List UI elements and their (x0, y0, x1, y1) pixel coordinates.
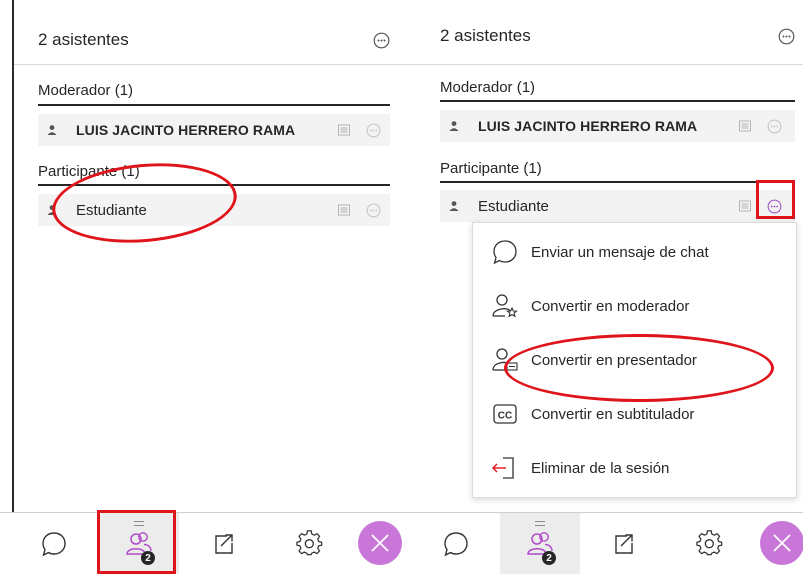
attendees-count-title: 2 asistentes (38, 30, 129, 49)
more-options-icon[interactable] (767, 119, 782, 134)
bottom-tab-bar: 2 (412, 512, 803, 574)
menu-item-make-moderator[interactable]: Convertir en moderador (473, 281, 796, 331)
tab-chat[interactable] (416, 513, 496, 574)
left-attendee-panel: 2 asistentes Moderador (1) LUIS JACINTO … (0, 0, 412, 574)
gear-icon (696, 530, 723, 556)
tab-attendees[interactable]: 2 (99, 513, 179, 574)
header-divider (412, 64, 803, 65)
chat-bubble-icon (444, 532, 468, 557)
list-icon (739, 120, 751, 132)
more-options-icon[interactable] (778, 28, 795, 45)
menu-item-make-captioner[interactable]: CC Convertir en subtitulador (473, 389, 796, 439)
person-icon (47, 205, 57, 215)
right-attendee-panel: 2 asistentes Moderador (1) LUIS JACINTO … (412, 0, 803, 574)
attendee-context-menu: Enviar un mensaje de chat Convertir en m… (472, 222, 797, 498)
header-divider (14, 64, 412, 65)
menu-item-make-presenter[interactable]: Convertir en presentador (473, 335, 796, 385)
attendee-name: Estudiante (478, 197, 549, 215)
list-icon (338, 204, 350, 216)
attendee-count-badge: 2 (141, 551, 155, 565)
gear-icon (296, 530, 323, 556)
list-icon (739, 200, 751, 212)
chat-bubble-icon (493, 240, 517, 265)
attendees-header: 2 asistentes (440, 14, 795, 58)
person-icon (449, 121, 459, 131)
person-icon (449, 201, 459, 211)
section-divider (440, 100, 795, 102)
attendee-name: LUIS JACINTO HERRERO RAMA (478, 118, 698, 134)
participants-section-label: Participante (1) (38, 163, 140, 180)
list-icon (338, 124, 350, 136)
moderators-section-label: Moderador (1) (440, 79, 536, 96)
share-icon (215, 534, 233, 554)
attendee-name: Estudiante (76, 201, 147, 219)
participants-section-label: Participante (1) (440, 160, 542, 177)
tab-settings[interactable] (270, 513, 350, 574)
chat-bubble-icon (42, 532, 66, 557)
moderators-section-label: Moderador (1) (38, 82, 134, 99)
section-divider (38, 184, 390, 186)
bottom-tab-bar: 2 (0, 512, 412, 574)
leave-session-button[interactable] (760, 521, 803, 565)
attendee-row-participant[interactable]: Estudiante (440, 190, 795, 222)
close-icon (773, 534, 791, 552)
attendee-row-moderator[interactable]: LUIS JACINTO HERRERO RAMA (38, 114, 390, 146)
tab-share-content[interactable] (584, 513, 664, 574)
leave-session-button[interactable] (358, 521, 402, 565)
cc-icon: CC (493, 404, 517, 424)
menu-item-label: Convertir en presentador (531, 351, 697, 369)
tab-share-content[interactable] (184, 513, 264, 574)
section-divider (38, 104, 390, 106)
more-options-icon[interactable] (767, 199, 782, 214)
menu-item-label: Convertir en subtitulador (531, 405, 695, 423)
section-divider (440, 181, 795, 183)
svg-text:CC: CC (498, 411, 512, 422)
drag-handle-icon[interactable] (535, 521, 545, 526)
menu-item-label: Enviar un mensaje de chat (531, 243, 709, 261)
moderator-icon (492, 294, 518, 318)
attendee-row-moderator[interactable]: LUIS JACINTO HERRERO RAMA (440, 110, 795, 142)
more-options-icon[interactable] (373, 32, 390, 49)
person-icon (47, 125, 57, 135)
attendees-header: 2 asistentes (38, 18, 390, 62)
more-options-icon[interactable] (366, 203, 381, 218)
remove-icon (492, 457, 514, 479)
drag-handle-icon[interactable] (134, 521, 144, 526)
presenter-icon (492, 348, 518, 371)
attendee-row-participant[interactable]: Estudiante (38, 194, 390, 226)
more-options-icon[interactable] (366, 123, 381, 138)
tab-attendees[interactable]: 2 (500, 513, 580, 574)
menu-item-remove-from-session[interactable]: Eliminar de la sesión (473, 443, 796, 493)
menu-item-label: Eliminar de la sesión (531, 459, 670, 477)
share-icon (615, 534, 633, 554)
attendee-name: LUIS JACINTO HERRERO RAMA (76, 122, 296, 138)
attendees-count-title: 2 asistentes (440, 26, 531, 45)
menu-item-send-chat[interactable]: Enviar un mensaje de chat (473, 227, 796, 277)
panel-divider (12, 0, 14, 574)
tab-settings[interactable] (670, 513, 750, 574)
tab-chat[interactable] (14, 513, 94, 574)
close-icon (371, 534, 389, 552)
menu-item-label: Convertir en moderador (531, 297, 690, 315)
attendee-count-badge: 2 (542, 551, 556, 565)
